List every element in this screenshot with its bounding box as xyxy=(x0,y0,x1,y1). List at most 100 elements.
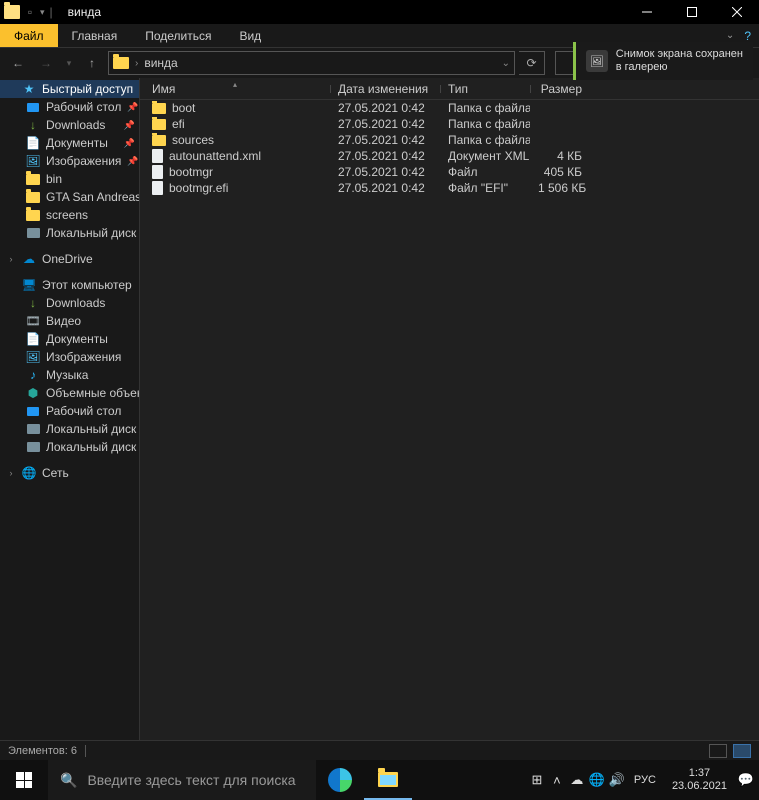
file-type: Папка с файлами xyxy=(440,101,530,115)
sidebar-item-label: Локальный диск (D:) xyxy=(46,226,140,240)
refresh-button[interactable]: ⟳ xyxy=(519,51,545,75)
close-button[interactable] xyxy=(714,0,759,24)
sidebar-item[interactable]: 🖼Изображения📌 xyxy=(0,152,139,170)
sidebar-item-label: Документы xyxy=(46,136,108,150)
sidebar-item[interactable]: Локальный диск (D:) xyxy=(0,438,139,456)
sidebar-item-label: bin xyxy=(46,172,62,186)
tray-network-icon[interactable]: 🌐 xyxy=(588,760,606,800)
file-tab[interactable]: Файл xyxy=(0,24,58,47)
maximize-button[interactable] xyxy=(669,0,714,24)
file-row[interactable]: bootmgr27.05.2021 0:42Файл405 КБ xyxy=(140,164,759,180)
column-name[interactable]: ▴Имя xyxy=(140,82,330,96)
file-row[interactable]: boot 27.05.2021 0:42Папка с файлами xyxy=(140,100,759,116)
forward-button[interactable]: → xyxy=(34,51,58,75)
sidebar-network[interactable]: › 🌐 Сеть xyxy=(0,464,139,482)
file-type: Папка с файлами xyxy=(440,117,530,131)
ribbon-expand-icon[interactable]: ⌄ xyxy=(726,30,734,41)
tray-action-center-icon[interactable]: 💬 xyxy=(737,760,755,800)
taskbar-explorer[interactable] xyxy=(364,760,412,800)
notification-toast[interactable]: 🖼 Снимок экрана сохранен в галерею xyxy=(573,42,753,80)
file-row[interactable]: efi27.05.2021 0:42Папка с файлами xyxy=(140,116,759,132)
sidebar-item[interactable]: Локальный диск (D:) xyxy=(0,224,139,242)
file-row[interactable]: sources27.05.2021 0:42Папка с файлами xyxy=(140,132,759,148)
tab-share[interactable]: Поделиться xyxy=(131,24,225,47)
chevron-right-icon[interactable]: › xyxy=(135,58,138,69)
tray-volume-icon[interactable]: 🔊 xyxy=(608,760,626,800)
sidebar-item[interactable]: 📄Документы📌 xyxy=(0,134,139,152)
sidebar-item-label: Downloads xyxy=(46,118,105,132)
sidebar-item[interactable]: Локальный диск (C:) xyxy=(0,420,139,438)
up-button[interactable]: ↑ xyxy=(80,51,104,75)
history-dropdown[interactable]: ▾ xyxy=(62,51,76,75)
search-placeholder: Введите здесь текст для поиска xyxy=(87,772,295,788)
tray-overflow-icon[interactable]: ˄ xyxy=(548,760,566,800)
sidebar-item[interactable]: ↓Downloads📌 xyxy=(0,116,139,134)
file-size: 4 КБ xyxy=(530,149,590,163)
view-details-button[interactable] xyxy=(733,744,751,758)
sidebar-item[interactable]: 🎞Видео xyxy=(0,312,139,330)
tray-meet-now-icon[interactable]: ⊞ xyxy=(528,760,546,800)
pin-icon: 📌 xyxy=(127,102,138,113)
expand-icon[interactable]: › xyxy=(6,468,16,478)
chevron-down-icon[interactable]: ⌄ xyxy=(502,58,510,69)
down-icon: ↓ xyxy=(26,118,40,132)
tray-onedrive-icon[interactable]: ☁ xyxy=(568,760,586,800)
tab-home[interactable]: Главная xyxy=(58,24,132,47)
file-name: boot xyxy=(172,101,195,115)
music-icon: ♪ xyxy=(26,368,40,382)
tray-language[interactable]: РУС xyxy=(628,774,662,786)
start-button[interactable] xyxy=(0,760,48,800)
file-date: 27.05.2021 0:42 xyxy=(330,149,440,163)
item-count: Элементов: 6 xyxy=(8,745,77,757)
sidebar-item-label: Изображения xyxy=(46,350,121,364)
sidebar-item[interactable]: GTA San Andreas xyxy=(0,188,139,206)
sidebar-item[interactable]: 🖼 Изображения xyxy=(0,348,139,366)
desk-icon xyxy=(26,100,40,114)
address-bar[interactable]: › винда ⌄ xyxy=(108,51,515,75)
column-date[interactable]: Дата изменения xyxy=(330,82,440,96)
img-icon: 🖼 xyxy=(26,350,40,364)
doc-icon: 📄 xyxy=(26,332,40,346)
status-bar: Элементов: 6 xyxy=(0,740,759,760)
sidebar-item-label: Локальный диск (C:) xyxy=(46,422,140,436)
file-row[interactable]: bootmgr.efi27.05.2021 0:42Файл "EFI"1 50… xyxy=(140,180,759,196)
file-type: Файл xyxy=(440,165,530,179)
folder-icon xyxy=(152,119,166,130)
minimize-button[interactable] xyxy=(624,0,669,24)
sidebar-item[interactable]: screens xyxy=(0,206,139,224)
explorer-body: ★ Быстрый доступ Рабочий стол📌↓Downloads… xyxy=(0,78,759,740)
file-name: bootmgr xyxy=(169,165,213,179)
sidebar-this-pc[interactable]: 🖥 Этот компьютер xyxy=(0,276,139,294)
sidebar-label: Сеть xyxy=(42,466,69,480)
taskbar-search[interactable]: 🔍 Введите здесь текст для поиска xyxy=(48,760,316,800)
sidebar-item[interactable]: bin xyxy=(0,170,139,188)
file-type: Документ XML xyxy=(440,149,530,163)
sidebar-item[interactable]: 📄Документы xyxy=(0,330,139,348)
sidebar-item[interactable]: ↓Downloads xyxy=(0,294,139,312)
column-size[interactable]: Размер xyxy=(530,82,590,96)
tray-clock[interactable]: 1:37 23.06.2021 xyxy=(664,767,735,793)
tab-view[interactable]: Вид xyxy=(225,24,275,47)
view-large-icons-button[interactable] xyxy=(709,744,727,758)
sidebar-item[interactable]: ⬢Объемные объекты xyxy=(0,384,139,402)
qat-save-icon[interactable]: ▫ xyxy=(22,5,38,19)
notification-line1: Снимок экрана сохранен xyxy=(616,48,743,61)
sidebar-onedrive[interactable]: › ☁ OneDrive xyxy=(0,250,139,268)
sidebar-quick-access[interactable]: ★ Быстрый доступ xyxy=(0,80,139,98)
file-row[interactable]: autounattend.xml27.05.2021 0:42Документ … xyxy=(140,148,759,164)
file-size: 405 КБ xyxy=(530,165,590,179)
column-type[interactable]: Тип xyxy=(440,82,530,96)
help-icon[interactable]: ? xyxy=(744,29,751,43)
expand-icon[interactable]: › xyxy=(6,254,16,264)
qat-dropdown-icon[interactable]: ▾ xyxy=(40,7,45,18)
sidebar-label: Быстрый доступ xyxy=(42,82,133,96)
pin-icon: 📌 xyxy=(124,138,135,149)
sidebar-item[interactable]: Рабочий стол xyxy=(0,402,139,420)
taskbar-edge[interactable] xyxy=(316,760,364,800)
breadcrumb[interactable]: винда xyxy=(144,56,177,70)
sidebar-item[interactable]: Рабочий стол📌 xyxy=(0,98,139,116)
sidebar-item[interactable]: ♪Музыка xyxy=(0,366,139,384)
file-date: 27.05.2021 0:42 xyxy=(330,101,440,115)
down-icon: ↓ xyxy=(26,296,40,310)
back-button[interactable]: ← xyxy=(6,51,30,75)
